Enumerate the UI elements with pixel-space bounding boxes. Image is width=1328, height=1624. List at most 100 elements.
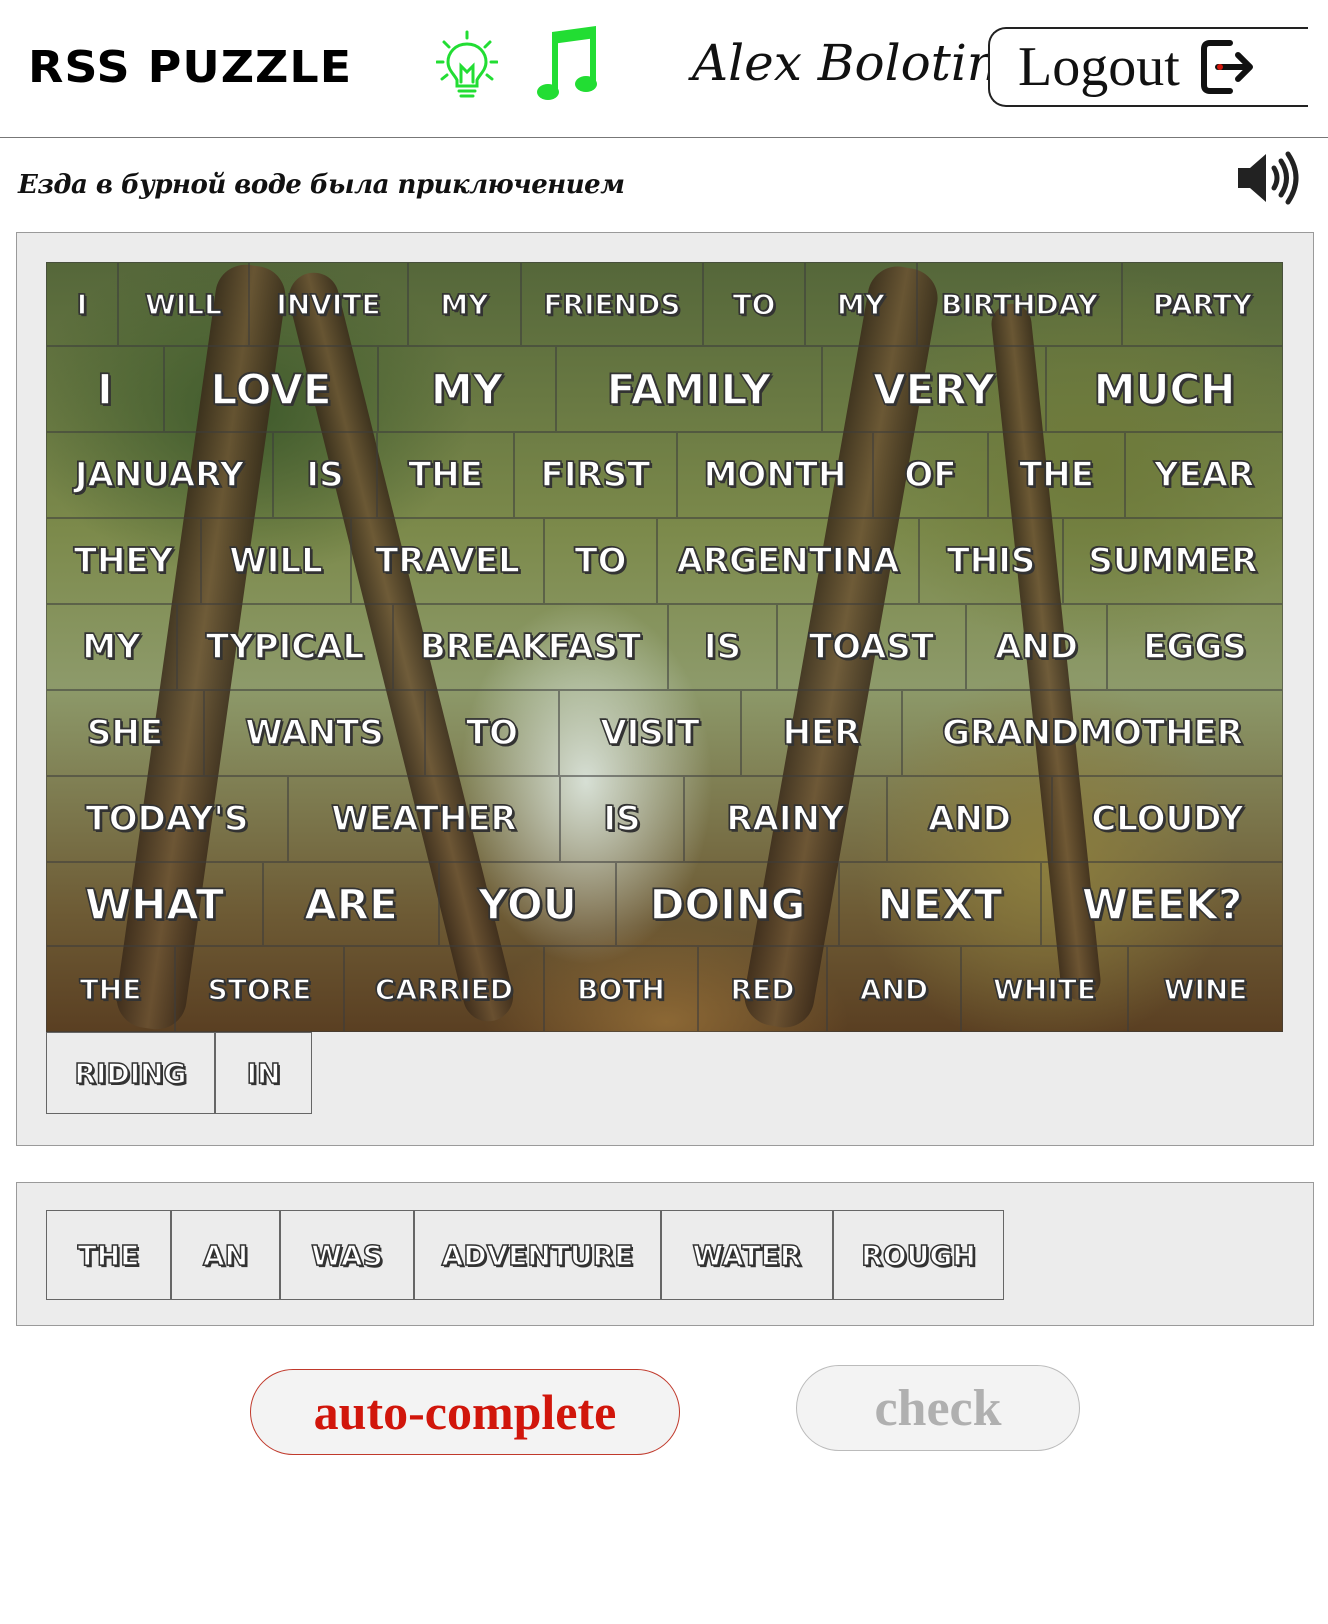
word-piece: weather (288, 776, 560, 862)
completed-row-6: She wants to visit her grandmother (46, 690, 1283, 776)
word-piece: red (698, 946, 827, 1032)
placed-word-piece[interactable]: in (215, 1032, 312, 1114)
logout-button[interactable]: Logout (988, 27, 1308, 107)
word-piece: to (544, 518, 657, 604)
hint-button[interactable] (435, 30, 499, 102)
word-piece: love (164, 346, 378, 432)
word-piece: and (887, 776, 1052, 862)
word-piece: to (703, 262, 805, 346)
logout-label: Logout (1018, 36, 1180, 98)
check-button[interactable]: check (796, 1365, 1080, 1451)
word-piece: my (805, 262, 917, 346)
source-word-piece[interactable]: an (171, 1210, 280, 1300)
word-piece: Today's (46, 776, 288, 862)
music-note-icon (537, 26, 597, 100)
word-piece: She (46, 690, 204, 776)
word-piece: doing (616, 862, 839, 946)
word-piece: week? (1041, 862, 1283, 946)
music-toggle-button[interactable] (536, 26, 604, 102)
word-piece: year (1125, 432, 1283, 518)
word-piece: to (425, 690, 559, 776)
app-logo: RSS PUZZLE (28, 41, 353, 93)
word-piece: first (514, 432, 677, 518)
source-word-piece[interactable]: the (46, 1210, 171, 1300)
source-pieces-block: the an was adventure water rough (16, 1182, 1314, 1326)
word-piece: carried (344, 946, 544, 1032)
lightbulb-icon (435, 30, 499, 98)
word-piece: cloudy (1052, 776, 1283, 862)
word-piece: the (988, 432, 1125, 518)
word-piece: breakfast (393, 604, 668, 690)
word-piece: The (46, 946, 175, 1032)
word-piece: They (46, 518, 201, 604)
word-piece: white (961, 946, 1128, 1032)
word-piece: this (919, 518, 1063, 604)
completed-row-9: The store carried both red and white win… (46, 946, 1283, 1032)
word-piece: the (377, 432, 514, 518)
completed-row-4: They will travel to Argentina this summe… (46, 518, 1283, 604)
word-piece: is (560, 776, 684, 862)
word-piece: her (741, 690, 902, 776)
word-piece: eggs (1107, 604, 1283, 690)
word-piece: store (175, 946, 344, 1032)
word-piece: will (201, 518, 351, 604)
auto-complete-button[interactable]: auto-complete (250, 1369, 680, 1455)
source-word-piece[interactable]: water (661, 1210, 833, 1300)
placed-word-piece[interactable]: Riding (46, 1032, 215, 1114)
word-piece: will (118, 262, 249, 346)
word-piece: summer (1063, 518, 1283, 604)
word-piece: my (408, 262, 521, 346)
word-piece: Argentina (657, 518, 919, 604)
word-piece: visit (559, 690, 741, 776)
word-piece: I (46, 346, 164, 432)
word-piece: rainy (684, 776, 887, 862)
word-piece: travel (351, 518, 544, 604)
completed-row-3: January is the first month of the year (46, 432, 1283, 518)
speaker-icon (1238, 151, 1299, 205)
app-header: RSS PUZZLE Alex Bolotin Logout (0, 0, 1328, 138)
word-piece: grandmother (902, 690, 1283, 776)
source-word-piece[interactable]: adventure (414, 1210, 661, 1300)
completed-row-8: What are you doing next week? (46, 862, 1283, 946)
source-word-piece[interactable]: was (280, 1210, 414, 1300)
translation-hint: Езда в бурной воде была приключением (18, 170, 625, 200)
puzzle-picture: I will invite my friends to my birthday … (46, 262, 1283, 1032)
word-piece: invite (249, 262, 408, 346)
word-piece: is (273, 432, 377, 518)
word-piece: birthday (917, 262, 1122, 346)
word-piece: are (263, 862, 439, 946)
word-piece: next (839, 862, 1041, 946)
user-name: Alex Bolotin (692, 34, 1000, 92)
word-piece: family (556, 346, 822, 432)
source-row: the an was adventure water rough (46, 1210, 1004, 1300)
word-piece: My (46, 604, 177, 690)
word-piece: January (46, 432, 273, 518)
word-piece: my (378, 346, 556, 432)
pronounce-button[interactable] (1236, 146, 1302, 210)
logout-icon (1200, 40, 1253, 94)
completed-row-5: My typical breakfast is toast and eggs (46, 604, 1283, 690)
word-piece: and (966, 604, 1107, 690)
word-piece: you (439, 862, 616, 946)
word-piece: What (46, 862, 263, 946)
completed-row-7: Today's weather is rainy and cloudy (46, 776, 1283, 862)
current-row: Riding in (46, 1032, 312, 1114)
word-piece: I (46, 262, 118, 346)
word-piece: friends (521, 262, 703, 346)
word-piece: both (544, 946, 698, 1032)
word-piece: wants (204, 690, 425, 776)
word-piece: of (873, 432, 988, 518)
word-piece: typical (177, 604, 393, 690)
completed-row-2: I love my family very much (46, 346, 1283, 432)
word-piece: wine (1128, 946, 1283, 1032)
word-piece: very (822, 346, 1046, 432)
word-piece: much (1046, 346, 1283, 432)
word-piece: is (668, 604, 777, 690)
source-word-piece[interactable]: rough (833, 1210, 1004, 1300)
completed-row-1: I will invite my friends to my birthday … (46, 262, 1283, 346)
word-piece: party (1122, 262, 1283, 346)
word-piece: month (677, 432, 873, 518)
word-piece: toast (777, 604, 966, 690)
result-board: I will invite my friends to my birthday … (16, 232, 1314, 1146)
word-piece: and (827, 946, 961, 1032)
